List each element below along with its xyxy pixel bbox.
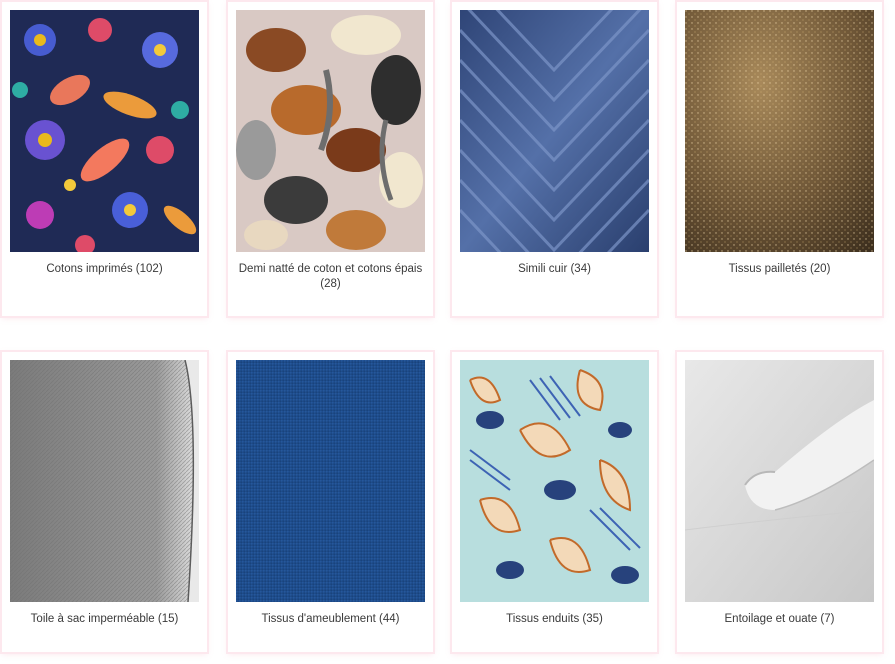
category-image-toile-a-sac[interactable] [10,360,199,602]
category-card-tissus-enduits[interactable]: Tissus enduits (35) [452,352,657,652]
category-image-cotons-imprimes[interactable] [10,10,199,252]
category-image-simili-cuir[interactable] [460,10,649,252]
category-label[interactable]: Tissus enduits (35) [458,612,651,627]
category-image-tissus-enduits[interactable] [460,360,649,602]
category-card-simili-cuir[interactable]: Simili cuir (34) [452,2,657,316]
category-grid: Cotons imprimés (102) Demi natté de coto… [2,2,892,662]
category-image-demi-natte[interactable] [236,10,425,252]
category-card-entoilage-ouate[interactable]: Entoilage et ouate (7) [677,352,882,652]
category-label[interactable]: Demi natté de coton et cotons épais (28) [234,262,427,292]
category-label[interactable]: Entoilage et ouate (7) [683,612,876,627]
category-label[interactable]: Tissus pailletés (20) [683,262,876,277]
category-card-tissus-pailletes[interactable]: Tissus pailletés (20) [677,2,882,316]
category-label[interactable]: Simili cuir (34) [458,262,651,277]
category-card-cotons-imprimes[interactable]: Cotons imprimés (102) [2,2,207,316]
category-card-toile-a-sac[interactable]: Toile à sac imperméable (15) [2,352,207,652]
category-label[interactable]: Toile à sac imperméable (15) [8,612,201,627]
category-card-tissus-ameublement[interactable]: Tissus d'ameublement (44) [228,352,433,652]
category-image-entoilage-ouate[interactable] [685,360,874,602]
category-image-tissus-ameublement[interactable] [236,360,425,602]
category-card-demi-natte[interactable]: Demi natté de coton et cotons épais (28) [228,2,433,316]
category-label[interactable]: Tissus d'ameublement (44) [234,612,427,627]
category-label[interactable]: Cotons imprimés (102) [8,262,201,277]
category-image-tissus-pailletes[interactable] [685,10,874,252]
